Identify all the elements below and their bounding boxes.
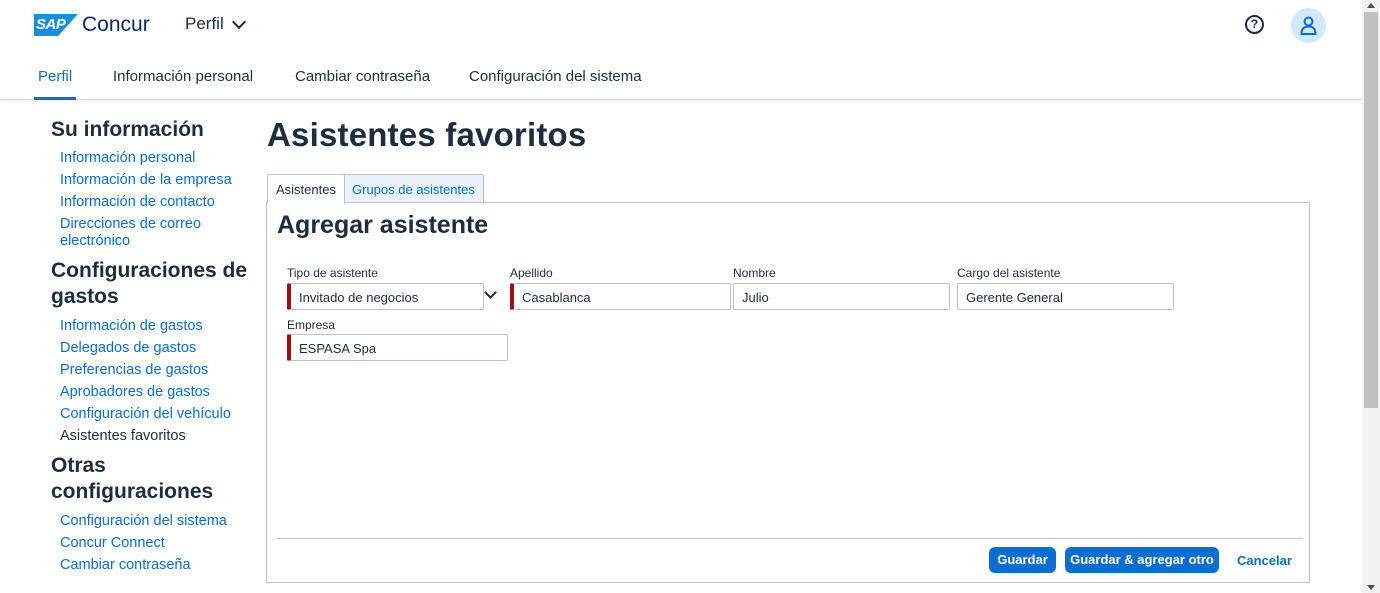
- tipo-asistente-select[interactable]: Invitado de negocios: [287, 283, 484, 310]
- nombre-value: Julio: [742, 290, 769, 305]
- scroll-down-arrow-icon[interactable]: [1367, 585, 1375, 590]
- sidebar-link-configuracion-vehiculo[interactable]: Configuración del vehículo: [51, 406, 251, 423]
- sidebar-link-informacion-contacto[interactable]: Información de contacto: [51, 194, 251, 211]
- nav-tab-perfil[interactable]: Perfil: [38, 68, 72, 85]
- apellido-value: Casablanca: [522, 290, 591, 305]
- save-and-add-another-button[interactable]: Guardar & agregar otro: [1065, 547, 1219, 573]
- cargo-asistente-input[interactable]: Gerente General: [957, 283, 1174, 310]
- profile-menu-label: Perfil: [185, 14, 224, 33]
- active-tab-indicator: [34, 97, 76, 100]
- nombre-label: Nombre: [733, 266, 776, 280]
- form-divider: [277, 538, 1303, 539]
- user-avatar-icon[interactable]: [1291, 8, 1326, 43]
- page-scrollbar[interactable]: [1362, 0, 1380, 593]
- page-title: Asistentes favoritos: [267, 116, 587, 153]
- add-attendee-panel: Agregar asistente Tipo de asistente Invi…: [266, 202, 1310, 583]
- scroll-thumb[interactable]: [1364, 12, 1378, 408]
- sidebar-link-concur-connect[interactable]: Concur Connect: [51, 535, 251, 552]
- profile-nav-tabs: Perfil Información personal Cambiar cont…: [0, 52, 1362, 100]
- brand-name: Concur: [82, 13, 150, 36]
- nav-tab-informacion-personal[interactable]: Información personal: [113, 68, 253, 85]
- empresa-value: ESPASA Spa: [299, 341, 377, 356]
- chevron-down-icon: [231, 14, 246, 29]
- sidebar-link-configuracion-sistema[interactable]: Configuración del sistema: [51, 513, 251, 530]
- sidebar-link-delegados-gastos[interactable]: Delegados de gastos: [51, 340, 251, 357]
- sidebar-heading-otras-configuraciones: Otras configuraciones: [51, 454, 214, 503]
- sidebar-heading-configuraciones-gastos: Configuraciones de gastos: [51, 259, 248, 308]
- sidebar-link-informacion-personal[interactable]: Información personal: [51, 150, 251, 167]
- chevron-down-icon[interactable]: [484, 286, 497, 299]
- cargo-asistente-value: Gerente General: [966, 290, 1063, 305]
- sidebar-link-preferencias-gastos[interactable]: Preferencias de gastos: [51, 362, 251, 379]
- apellido-label: Apellido: [510, 266, 553, 280]
- apellido-input[interactable]: Casablanca: [510, 283, 731, 310]
- cancel-button[interactable]: Cancelar: [1237, 553, 1292, 568]
- tab-grupos-asistentes[interactable]: Grupos de asistentes: [343, 174, 484, 203]
- sidebar: Su información Información personal Info…: [51, 117, 251, 574]
- help-icon[interactable]: ?: [1245, 15, 1264, 34]
- sidebar-link-cambiar-contrasena[interactable]: Cambiar contraseña: [51, 557, 251, 574]
- empresa-label: Empresa: [287, 318, 336, 332]
- form-title: Agregar asistente: [277, 211, 489, 239]
- header: SAP Concur Perfil ?: [0, 0, 1362, 52]
- sap-concur-logo[interactable]: SAP Concur: [34, 13, 150, 37]
- sidebar-link-asistentes-favoritos[interactable]: Asistentes favoritos: [51, 428, 251, 445]
- tab-asistentes[interactable]: Asistentes: [267, 174, 345, 204]
- empresa-input[interactable]: ESPASA Spa: [287, 334, 508, 361]
- nav-tab-cambiar-contrasena[interactable]: Cambiar contraseña: [295, 68, 430, 85]
- tipo-asistente-label: Tipo de asistente: [287, 266, 378, 280]
- nav-tab-configuracion-sistema[interactable]: Configuración del sistema: [469, 68, 642, 85]
- cargo-asistente-label: Cargo del asistente: [957, 266, 1061, 280]
- sidebar-link-informacion-gastos[interactable]: Información de gastos: [51, 318, 251, 335]
- sidebar-link-informacion-empresa[interactable]: Información de la empresa: [51, 172, 251, 189]
- save-button[interactable]: Guardar: [989, 547, 1056, 573]
- scroll-up-arrow-icon[interactable]: [1367, 3, 1375, 8]
- profile-menu-button[interactable]: Perfil: [185, 14, 246, 34]
- tipo-asistente-value: Invitado de negocios: [299, 290, 419, 305]
- nombre-input[interactable]: Julio: [733, 283, 950, 310]
- sidebar-link-direcciones-correo[interactable]: Direcciones de correo electrónico: [51, 216, 221, 250]
- sidebar-link-aprobadores-gastos[interactable]: Aprobadores de gastos: [51, 384, 251, 401]
- sidebar-heading-su-informacion: Su información: [51, 118, 204, 141]
- sap-logo-badge: SAP: [34, 14, 78, 36]
